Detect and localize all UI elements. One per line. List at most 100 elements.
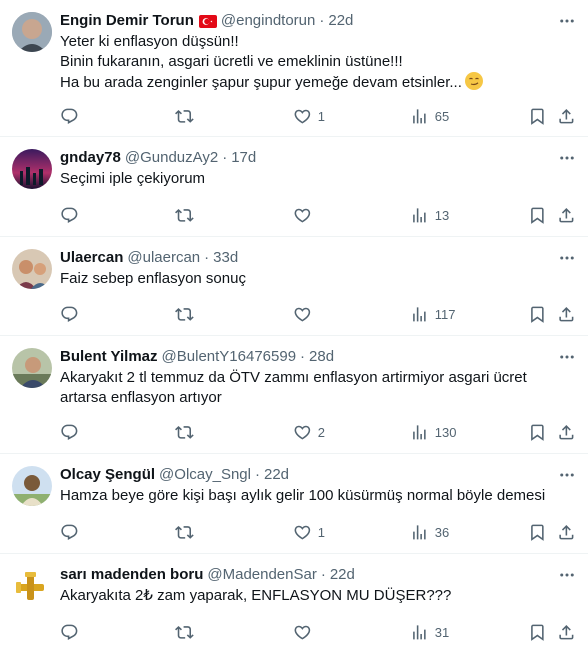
reply-icon — [61, 524, 78, 540]
author-handle[interactable]: @BulentY16476599 — [162, 347, 297, 367]
retweet-button[interactable] — [175, 205, 194, 225]
reply-icon — [61, 306, 78, 322]
avatar[interactable] — [12, 12, 52, 52]
reply-button[interactable] — [60, 106, 79, 126]
author-handle[interactable]: @GunduzAy2 — [125, 148, 218, 168]
share-button[interactable] — [557, 304, 576, 324]
share-button[interactable] — [557, 622, 576, 642]
reply-button[interactable] — [60, 205, 79, 225]
tweet[interactable]: Ulaercan @ulaercan · 33d Faiz sebep enfl… — [0, 237, 588, 336]
views-button[interactable]: 36 — [410, 522, 449, 542]
more-icon[interactable] — [558, 347, 576, 367]
avatar[interactable] — [12, 249, 52, 289]
like-button[interactable] — [293, 622, 318, 642]
bookmark-button[interactable] — [528, 106, 547, 126]
bookmark-button[interactable] — [528, 205, 547, 225]
bookmark-button[interactable] — [528, 622, 547, 642]
tweet-text: Akaryakıta 2₺ zam yaparak, ENFLASYON MU … — [60, 586, 576, 606]
author-name[interactable]: sarı madenden boru — [60, 565, 203, 585]
reply-icon — [61, 108, 78, 124]
view-count: 117 — [434, 306, 456, 322]
like-button[interactable]: 2 — [293, 422, 325, 442]
tweet-text-line: Faiz sebep enflasyon sonuç — [60, 270, 246, 287]
author-handle[interactable]: @ulaercan — [127, 248, 200, 268]
share-button[interactable] — [557, 205, 576, 225]
timestamp[interactable]: 17d — [231, 148, 256, 168]
share-icon — [559, 108, 574, 124]
turkey-flag-icon — [198, 14, 217, 28]
timestamp[interactable]: 22d — [264, 465, 289, 485]
reply-button[interactable] — [60, 522, 79, 542]
views-icon — [413, 306, 426, 322]
more-icon[interactable] — [558, 565, 576, 585]
tweet[interactable]: Bulent Yilmaz @BulentY16476599 · 28d Aka… — [0, 336, 588, 454]
like-count: 1 — [317, 108, 325, 124]
retweet-button[interactable] — [175, 106, 194, 126]
bookmark-icon — [531, 624, 544, 641]
like-button[interactable]: 1 — [293, 522, 325, 542]
author-handle[interactable]: @Olcay_Sngl — [159, 465, 251, 485]
tweet[interactable]: Engin Demir Torun @engindtorun · 22d Yet… — [0, 0, 588, 137]
tweet-text-line: artarsa enflasyon artıyor — [60, 389, 222, 406]
tweet-actions: 117 — [60, 304, 576, 324]
avatar[interactable] — [12, 466, 52, 506]
views-button[interactable]: 65 — [410, 106, 449, 126]
bookmark-icon — [531, 306, 544, 323]
retweet-button[interactable] — [175, 422, 194, 442]
retweet-button[interactable] — [175, 522, 194, 542]
retweet-icon — [175, 109, 194, 123]
views-button[interactable]: 117 — [410, 304, 455, 324]
avatar[interactable] — [12, 566, 52, 606]
views-icon — [413, 108, 426, 124]
avatar[interactable] — [12, 149, 52, 189]
like-button[interactable] — [293, 304, 318, 324]
share-button[interactable] — [557, 522, 576, 542]
retweet-icon — [175, 307, 194, 321]
timestamp[interactable]: 22d — [330, 565, 355, 585]
tweet-text-line-content: Ha bu arada zenginler şapur şupur yemeğe… — [60, 74, 462, 91]
retweet-button[interactable] — [175, 304, 194, 324]
author-name[interactable]: Bulent Yilmaz — [60, 347, 158, 367]
retweet-icon — [175, 625, 194, 639]
reply-button[interactable] — [60, 422, 79, 442]
share-button[interactable] — [557, 106, 576, 126]
heart-icon — [294, 109, 311, 124]
author-name[interactable]: Engin Demir Torun — [60, 11, 194, 31]
bookmark-button[interactable] — [528, 422, 547, 442]
reply-button[interactable] — [60, 304, 79, 324]
reply-button[interactable] — [60, 622, 79, 642]
like-button[interactable]: 1 — [293, 106, 325, 126]
retweet-button[interactable] — [175, 622, 194, 642]
avatar[interactable] — [12, 348, 52, 388]
more-icon[interactable] — [558, 465, 576, 485]
heart-icon — [294, 307, 311, 322]
author-name[interactable]: Olcay Şengül — [60, 465, 155, 485]
author-name[interactable]: Ulaercan — [60, 248, 123, 268]
more-icon[interactable] — [558, 248, 576, 268]
more-icon[interactable] — [558, 148, 576, 168]
views-button[interactable]: 31 — [410, 622, 449, 642]
tweet[interactable]: sarı madenden boru @MadendenSar · 22d Ak… — [0, 554, 588, 660]
views-button[interactable]: 13 — [410, 205, 449, 225]
tweet[interactable]: Olcay Şengül @Olcay_Sngl · 22d Hamza bey… — [0, 454, 588, 554]
more-icon[interactable] — [558, 11, 576, 31]
bookmark-button[interactable] — [528, 304, 547, 324]
tweet-text: Faiz sebep enflasyon sonuç — [60, 269, 576, 289]
views-button[interactable]: 130 — [410, 422, 456, 442]
share-button[interactable] — [557, 422, 576, 442]
like-count: 2 — [317, 424, 325, 440]
bookmark-icon — [531, 207, 544, 224]
view-count: 13 — [434, 207, 450, 223]
tweet-text-line: Seçimi iple çekiyorum — [60, 170, 206, 187]
author-handle[interactable]: @engindtorun — [221, 11, 315, 31]
like-button[interactable] — [293, 205, 318, 225]
timestamp[interactable]: 22d — [328, 11, 353, 31]
author-name[interactable]: gnday78 — [60, 148, 121, 168]
timestamp[interactable]: 28d — [309, 347, 334, 367]
share-icon — [559, 306, 574, 322]
view-count: 36 — [434, 524, 450, 540]
bookmark-button[interactable] — [528, 522, 547, 542]
timestamp[interactable]: 33d — [213, 248, 238, 268]
author-handle[interactable]: @MadendenSar — [207, 565, 316, 585]
tweet[interactable]: gnday78 @GunduzAy2 · 17d Seçimi iple çek… — [0, 137, 588, 237]
